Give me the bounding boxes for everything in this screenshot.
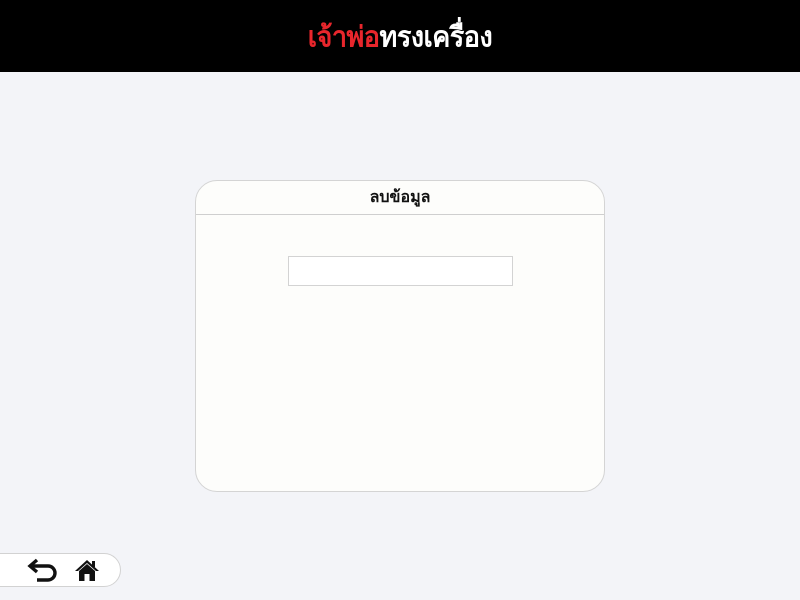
delete-data-dialog: ลบข้อมูล xyxy=(195,180,605,492)
dialog-header: ลบข้อมูล xyxy=(196,181,604,215)
dialog-title: ลบข้อมูล xyxy=(369,187,431,206)
logo-text-red: เจ้าพ่อ xyxy=(307,20,380,54)
home-icon xyxy=(74,558,100,582)
delete-input-field[interactable] xyxy=(288,256,513,286)
bottom-nav-bar xyxy=(0,553,121,587)
app-header: เจ้าพ่อ ทรงเครื่อง xyxy=(0,0,800,72)
brand-logo[interactable]: เจ้าพ่อ ทรงเครื่อง xyxy=(307,13,493,58)
back-button[interactable] xyxy=(26,555,60,585)
home-button[interactable] xyxy=(70,555,104,585)
back-arrow-icon xyxy=(27,557,59,583)
logo-text-white: ทรงเครื่อง xyxy=(379,20,493,54)
